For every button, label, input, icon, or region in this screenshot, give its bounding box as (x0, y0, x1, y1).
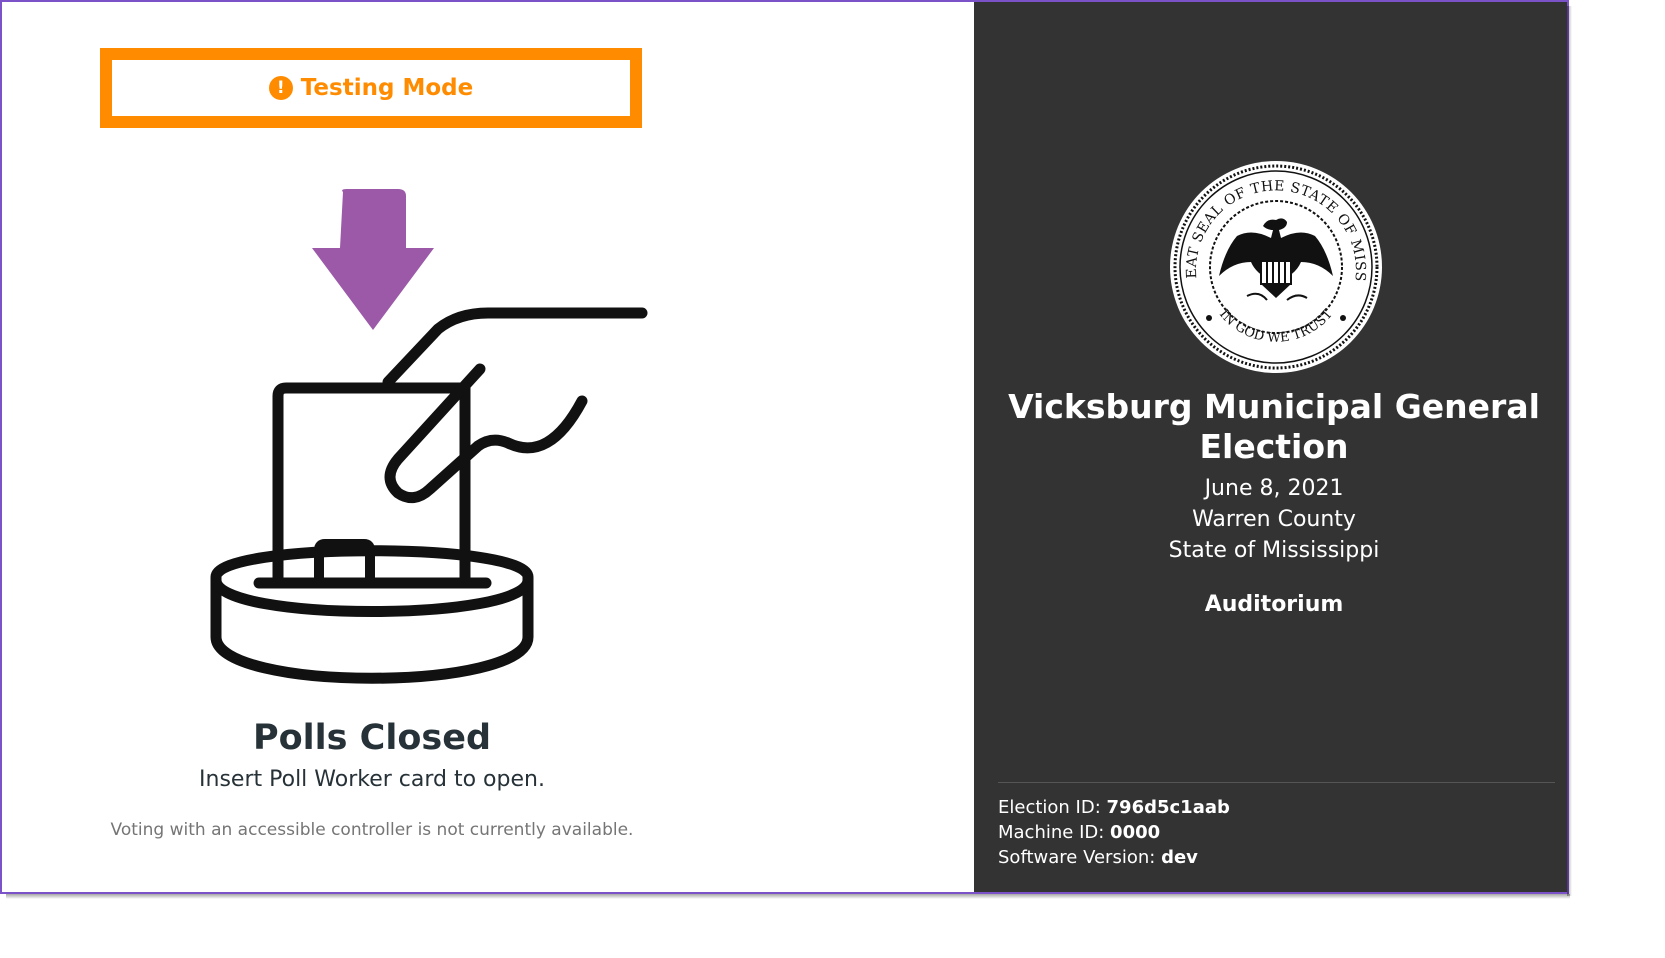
election-id-value: 796d5c1aab (1106, 797, 1230, 818)
down-arrow-icon (312, 189, 434, 330)
election-date: June 8, 2021 (1204, 476, 1344, 501)
election-state: State of Mississippi (1168, 538, 1380, 563)
precinct-name: Auditorium (1204, 592, 1344, 617)
testing-mode-label: Testing Mode (300, 75, 474, 101)
election-title: Vicksburg Municipal General Election (1008, 387, 1540, 466)
software-version-label: Software Version: (998, 847, 1156, 868)
sidebar-divider (998, 782, 1555, 783)
software-version-value: dev (1161, 847, 1198, 868)
alert-circle-icon: ! (268, 76, 293, 100)
software-version-line: Software Version: dev (998, 845, 1230, 870)
machine-id-line: Machine ID: 0000 (998, 820, 1230, 845)
machine-id-label: Machine ID: (998, 822, 1105, 843)
election-id-line: Election ID: 796d5c1aab (998, 795, 1230, 820)
machine-id-value: 0000 (1110, 822, 1161, 843)
main-panel: ! Testing Mode Polls Closed Insert Poll … (2, 2, 974, 892)
machine-info: Election ID: 796d5c1aab Machine ID: 0000… (998, 795, 1230, 870)
polls-status-instruction: Insert Poll Worker card to open. (199, 767, 545, 792)
election-county: Warren County (1192, 507, 1356, 532)
app-window: ! Testing Mode Polls Closed Insert Poll … (0, 0, 1569, 894)
polls-status-title: Polls Closed (252, 718, 492, 758)
testing-mode-banner: ! Testing Mode (100, 48, 642, 128)
window-shadow-bottom (6, 894, 1570, 899)
window-shadow-right (1567, 6, 1572, 896)
accessibility-note: Voting with an accessible controller is … (110, 820, 634, 840)
election-id-label: Election ID: (998, 797, 1101, 818)
state-seal-icon: THE GREAT SEAL OF THE STATE OF MISSISSIP… (1167, 158, 1382, 373)
election-info-sidebar: THE GREAT SEAL OF THE STATE OF MISSISSIP… (974, 2, 1567, 892)
insert-card-icon (210, 189, 648, 684)
